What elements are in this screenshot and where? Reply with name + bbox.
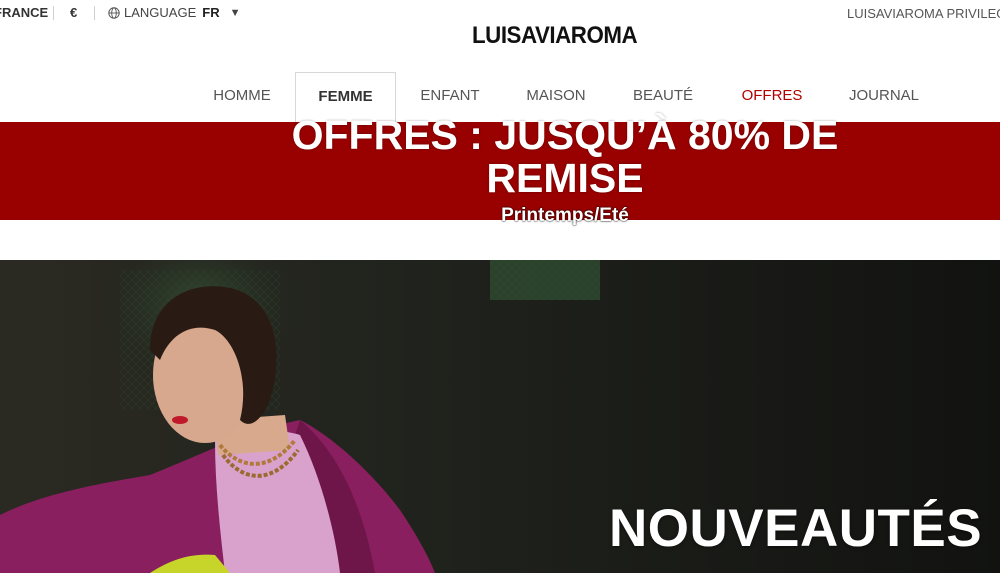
privilege-link[interactable]: LUISAVIAROMA PRIVILEGE: [847, 6, 1000, 21]
banner-headline-line2: REMISE: [486, 155, 644, 201]
caret-down-icon: ▼: [229, 6, 241, 19]
sale-banner[interactable]: OFFRES : JUSQU’À 80% DE REMISE Printemps…: [0, 114, 1000, 226]
language-label: LANGUAGE: [124, 5, 197, 20]
banner-headline-line1: OFFRES : JUSQU’À 80% DE: [291, 112, 839, 158]
banner-subtitle: Printemps/Eté: [501, 205, 629, 226]
language-code: FR: [202, 5, 220, 20]
country-selector[interactable]: FRANCE: [0, 5, 48, 20]
currency-selector[interactable]: €: [70, 5, 77, 20]
hero-banner[interactable]: NOUVEAUTÉS: [0, 260, 1000, 573]
globe-icon: [108, 6, 120, 19]
language-selector[interactable]: LANGUAGE FR ▼: [108, 5, 240, 20]
hero-title: NOUVEAUTÉS: [609, 499, 983, 558]
divider: [94, 6, 95, 20]
brand-logo[interactable]: LUISAVIAROMA: [472, 22, 638, 50]
divider: [53, 6, 54, 20]
